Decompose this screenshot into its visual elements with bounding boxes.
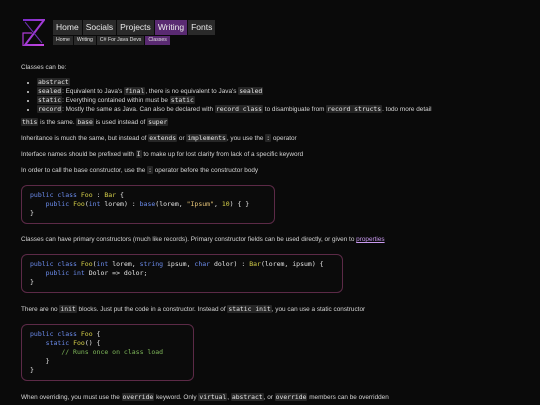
list-text: . todo more detail	[382, 106, 432, 113]
inline-code: override	[274, 393, 308, 401]
nav-fonts[interactable]: Fonts	[188, 20, 216, 35]
paragraph-text: , or	[263, 394, 275, 401]
inheritance-paragraph: Inheritance is much the same, but instea…	[21, 134, 521, 143]
code-line: static Foo() {	[45, 339, 101, 347]
main-nav: Home Socials Projects Writing Fonts	[53, 20, 216, 35]
paragraph-text: , you use the	[226, 135, 266, 142]
init-blocks-paragraph: There are no init blocks. Just put the c…	[21, 305, 521, 314]
breadcrumb: Home Writing C# For Java Devs Classes	[53, 36, 170, 45]
inline-code: init	[59, 305, 77, 313]
code-line: // Runs once on class load	[61, 348, 164, 356]
list-text: to disambiguate from	[263, 106, 327, 113]
code-line: }	[30, 357, 50, 365]
paragraph-text: keyword. Only	[154, 394, 199, 401]
list-text: , there is no equivalent to Java's	[145, 88, 239, 95]
paragraph-text: is the same.	[38, 119, 77, 126]
base-constructor-paragraph: In order to call the base constructor, u…	[21, 166, 521, 175]
code-line: public class Foo(int lorem, string ipsum…	[30, 260, 324, 268]
paragraph-text: There are no	[21, 306, 60, 313]
interface-naming-paragraph: Interface names should be prefixed with …	[21, 150, 521, 159]
inline-code: virtual	[198, 393, 228, 401]
inline-code: sealed	[37, 87, 63, 95]
paragraph-text: operator before the constructor body	[152, 167, 259, 174]
inline-code: record	[37, 105, 63, 113]
paragraph-text: blocks. Just put the code in a construct…	[76, 306, 228, 313]
nav-projects[interactable]: Projects	[117, 20, 154, 35]
paragraph-text: , you can use a static constructor	[271, 306, 366, 313]
inline-code: record structs	[326, 105, 383, 113]
paragraph-text: In order to call the base constructor, u…	[21, 167, 148, 174]
properties-link[interactable]: properties	[356, 236, 384, 243]
list-text: : Mostly the same as Java. Can also be d…	[62, 106, 215, 113]
inline-code: sealed	[238, 87, 264, 95]
override-paragraph: When overriding, you must use the overri…	[21, 393, 521, 402]
paragraph-text: When overriding, you must use the	[21, 394, 122, 401]
inline-code: base	[76, 118, 94, 126]
list-text: : Equivalent to Java's	[62, 88, 125, 95]
inline-code: super	[147, 118, 169, 126]
inline-code: extends	[148, 134, 178, 142]
this-base-paragraph: this is the same. base is used instead o…	[21, 118, 521, 127]
nav-home[interactable]: Home	[53, 20, 82, 35]
paragraph-text: operator	[271, 135, 297, 142]
breadcrumb-home[interactable]: Home	[53, 36, 73, 45]
inline-code: abstract	[230, 393, 264, 401]
list-item: record: Mostly the same as Java. Can als…	[37, 105, 521, 114]
list-item: static: Everything contained within must…	[37, 96, 521, 105]
inline-code: record class	[214, 105, 264, 113]
inline-code: final	[124, 87, 146, 95]
code-line: public class Foo : Bar {	[30, 191, 124, 199]
paragraph-text: Interface names should be prefixed with	[21, 151, 136, 158]
inline-code: static	[37, 96, 63, 104]
list-text: : Everything contained within must be	[62, 97, 170, 104]
intro-text: Classes can be:	[21, 64, 67, 71]
code-line: public class Foo {	[30, 330, 101, 338]
code-block-primary-constructor: public class Foo(int lorem, string ipsum…	[21, 254, 343, 293]
inline-code: this	[21, 118, 39, 126]
paragraph-text: members can be overridden	[307, 394, 389, 401]
inline-code: override	[121, 393, 155, 401]
inline-code: abstract	[37, 78, 70, 86]
code-line: public Foo(int lorem) : base(lorem, "Ips…	[45, 200, 250, 208]
paragraph-text: to make up for lost clarity from lack of…	[141, 151, 304, 158]
code-line: }	[30, 278, 34, 286]
inline-code: static init	[227, 305, 272, 313]
nav-socials[interactable]: Socials	[82, 20, 117, 35]
paragraph-text: Inheritance is much the same, but instea…	[21, 135, 149, 142]
list-item: sealed: Equivalent to Java's final, ther…	[37, 87, 521, 96]
paragraph-text: is used instead of	[93, 119, 148, 126]
breadcrumb-classes[interactable]: Classes	[145, 36, 170, 45]
code-block-base-constructor: public class Foo : Bar { public Foo(int …	[21, 185, 275, 224]
list-item: abstract	[37, 78, 521, 87]
class-modifier-list: abstract sealed: Equivalent to Java's fi…	[21, 78, 521, 114]
breadcrumb-csharp-for-java-devs[interactable]: C# For Java Devs	[96, 36, 145, 45]
paragraph-text: Classes can have primary constructors (m…	[21, 236, 357, 243]
code-line: }	[30, 366, 34, 374]
code-block-static-constructor: public class Foo { static Foo() { // Run…	[21, 324, 194, 381]
primary-constructor-paragraph: Classes can have primary constructors (m…	[21, 236, 521, 244]
inline-code: implements	[186, 134, 227, 142]
nav-writing[interactable]: Writing	[154, 20, 188, 35]
article-body: Classes can be: abstract sealed: Equival…	[21, 64, 521, 402]
site-logo-icon[interactable]	[22, 19, 45, 47]
code-line: }	[30, 209, 34, 217]
breadcrumb-writing[interactable]: Writing	[73, 36, 96, 45]
paragraph-text: or	[177, 135, 187, 142]
inline-code: static	[169, 96, 195, 104]
code-line: public int Dolor => dolor;	[45, 269, 148, 277]
